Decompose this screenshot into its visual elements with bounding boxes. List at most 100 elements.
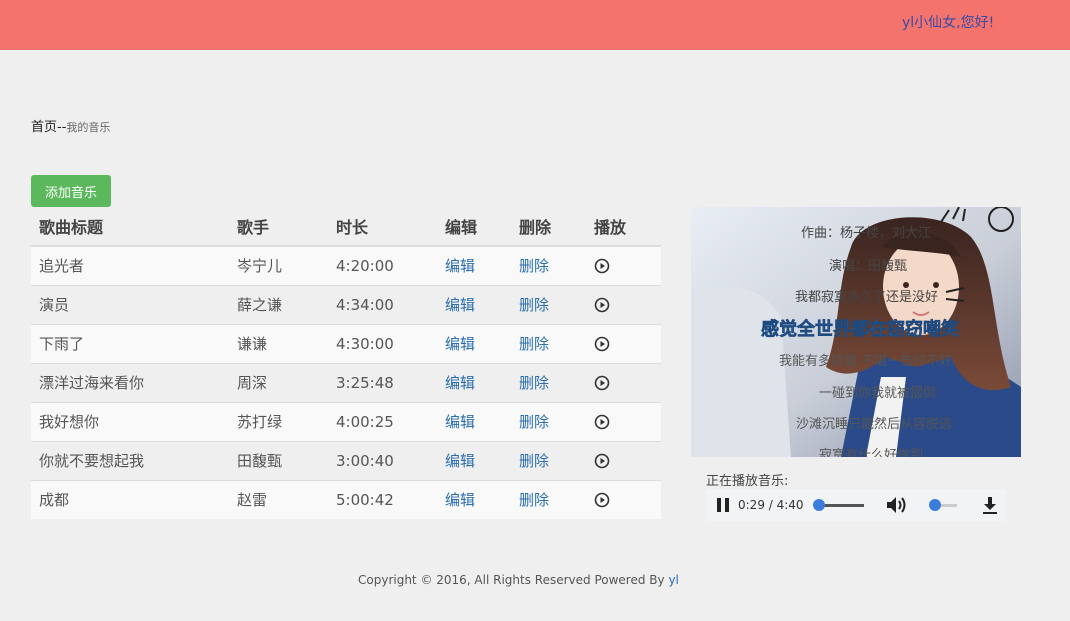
edit-link[interactable]: 编辑 <box>445 374 475 392</box>
footer-author-link[interactable]: yl <box>668 573 678 587</box>
lyric-line: 一碰到你我就被摺倒 <box>819 386 936 401</box>
song-singer: 薛之谦 <box>229 284 328 324</box>
play-icon[interactable] <box>594 258 610 274</box>
play-cell <box>586 323 661 363</box>
song-duration: 5:00:42 <box>328 479 437 519</box>
audio-player: 0:29 / 4:40 <box>706 489 1006 521</box>
delete-cell: 删除 <box>511 401 586 441</box>
delete-link[interactable]: 删除 <box>519 374 549 392</box>
edit-link[interactable]: 编辑 <box>445 491 475 509</box>
song-title: 追光者 <box>31 245 229 285</box>
play-cell <box>586 284 661 324</box>
play-cell <box>586 245 661 285</box>
delete-link[interactable]: 删除 <box>519 296 549 314</box>
edit-cell: 编辑 <box>437 401 511 441</box>
edit-link[interactable]: 编辑 <box>445 257 475 275</box>
song-singer: 岑宁儿 <box>229 245 328 285</box>
column-header-singer: 歌手 <box>229 207 328 247</box>
table-row: 你就不要想起我 田馥甄 3:00:40 编辑 删除 <box>31 440 661 480</box>
play-icon[interactable] <box>594 492 610 508</box>
pause-icon[interactable] <box>715 497 731 513</box>
table-row: 追光者 岑宁儿 4:20:00 编辑 删除 <box>31 245 661 285</box>
play-icon[interactable] <box>594 375 610 391</box>
play-cell <box>586 440 661 480</box>
progress-handle[interactable] <box>813 499 826 511</box>
delete-link[interactable]: 删除 <box>519 413 549 431</box>
lyric-line-current: 感觉全世界都在窃窃嘲笑 <box>761 318 959 340</box>
edit-cell: 编辑 <box>437 440 511 480</box>
edit-link[interactable]: 编辑 <box>445 413 475 431</box>
song-title: 下雨了 <box>31 323 229 363</box>
album-cover: 作曲：杨子楼，刘大江 演唱：田馥甄 我都寂寞多久了还是没好 感觉全世界都在窃窃嘲… <box>691 207 1021 457</box>
table-row: 演员 薛之谦 4:34:00 编辑 删除 <box>31 284 661 324</box>
lyric-line: 寂寞有什么好做到 <box>819 447 923 457</box>
edit-link[interactable]: 编辑 <box>445 335 475 353</box>
song-title: 演员 <box>31 284 229 324</box>
delete-cell: 删除 <box>511 479 586 519</box>
song-title: 成都 <box>31 479 229 519</box>
delete-link[interactable]: 删除 <box>519 452 549 470</box>
play-cell <box>586 362 661 402</box>
song-title: 漂洋过海来看你 <box>31 362 229 402</box>
play-cell <box>586 401 661 441</box>
breadcrumb-current: 我的音乐 <box>66 121 111 134</box>
table-row: 成都 赵雷 5:00:42 编辑 删除 <box>31 479 661 519</box>
song-singer: 周深 <box>229 362 328 402</box>
breadcrumb-separator: -- <box>57 120 67 135</box>
delete-cell: 删除 <box>511 284 586 324</box>
delete-cell: 删除 <box>511 440 586 480</box>
song-duration: 4:30:00 <box>328 323 437 363</box>
play-icon[interactable] <box>594 336 610 352</box>
delete-link[interactable]: 删除 <box>519 491 549 509</box>
play-icon[interactable] <box>594 297 610 313</box>
song-duration: 3:25:48 <box>328 362 437 402</box>
edit-cell: 编辑 <box>437 362 511 402</box>
edit-link[interactable]: 编辑 <box>445 296 475 314</box>
edit-cell: 编辑 <box>437 245 511 285</box>
user-greeting[interactable]: yl小仙女,您好! <box>902 12 994 32</box>
delete-link[interactable]: 删除 <box>519 257 549 275</box>
music-table: 歌曲标题 歌手 时长 编辑 删除 播放 追光者 岑宁儿 4:20:00 编辑 删除 演员薛… <box>31 207 661 519</box>
song-duration: 4:00:25 <box>328 401 437 441</box>
cover-image: 作曲：杨子楼，刘大江 演唱：田馥甄 我都寂寞多久了还是没好 感觉全世界都在窃窃嘲… <box>691 207 1021 457</box>
lyric-line: 演唱：田馥甄 <box>829 258 907 274</box>
breadcrumb-home[interactable]: 首页 <box>31 120 57 135</box>
column-header-edit: 编辑 <box>437 207 511 247</box>
edit-cell: 编辑 <box>437 479 511 519</box>
play-icon[interactable] <box>594 414 610 430</box>
top-header-bar: yl小仙女,您好! <box>0 0 1070 50</box>
playback-time: 0:29 / 4:40 <box>738 498 804 512</box>
volume-handle[interactable] <box>928 499 941 511</box>
table-header-row: 歌曲标题 歌手 时长 编辑 删除 播放 <box>31 207 661 247</box>
lyric-line: 我能有多骄傲 不堪一击好不好 <box>779 353 952 369</box>
footer: Copyright © 2016, All Rights Reserved Po… <box>358 573 679 587</box>
song-singer: 田馥甄 <box>229 440 328 480</box>
song-duration: 4:20:00 <box>328 245 437 285</box>
song-singer: 赵雷 <box>229 479 328 519</box>
song-duration: 3:00:40 <box>328 440 437 480</box>
delete-cell: 删除 <box>511 362 586 402</box>
add-music-button[interactable]: 添加音乐 <box>31 175 111 207</box>
volume-icon[interactable] <box>886 496 908 514</box>
breadcrumb: 首页--我的音乐 <box>31 116 110 135</box>
copyright-text: Copyright © 2016, All Rights Reserved Po… <box>358 573 665 587</box>
song-title: 我好想你 <box>31 401 229 441</box>
delete-link[interactable]: 删除 <box>519 335 549 353</box>
song-singer: 苏打绿 <box>229 401 328 441</box>
song-duration: 4:34:00 <box>328 284 437 324</box>
download-icon[interactable] <box>982 496 998 514</box>
lyric-line: 沙滩沉睡只能然后从容脱逃 <box>796 416 952 432</box>
table-row: 我好想你 苏打绿 4:00:25 编辑 删除 <box>31 401 661 441</box>
delete-cell: 删除 <box>511 245 586 285</box>
now-playing-label: 正在播放音乐: <box>706 474 789 489</box>
column-header-duration: 时长 <box>328 207 437 247</box>
play-icon[interactable] <box>594 453 610 469</box>
column-header-delete: 删除 <box>511 207 586 247</box>
edit-link[interactable]: 编辑 <box>445 452 475 470</box>
song-title: 你就不要想起我 <box>31 440 229 480</box>
play-cell <box>586 479 661 519</box>
song-singer: 谦谦 <box>229 323 328 363</box>
edit-cell: 编辑 <box>437 284 511 324</box>
lyric-line: 作曲：杨子楼，刘大江 <box>801 226 931 241</box>
column-header-title: 歌曲标题 <box>31 207 229 247</box>
